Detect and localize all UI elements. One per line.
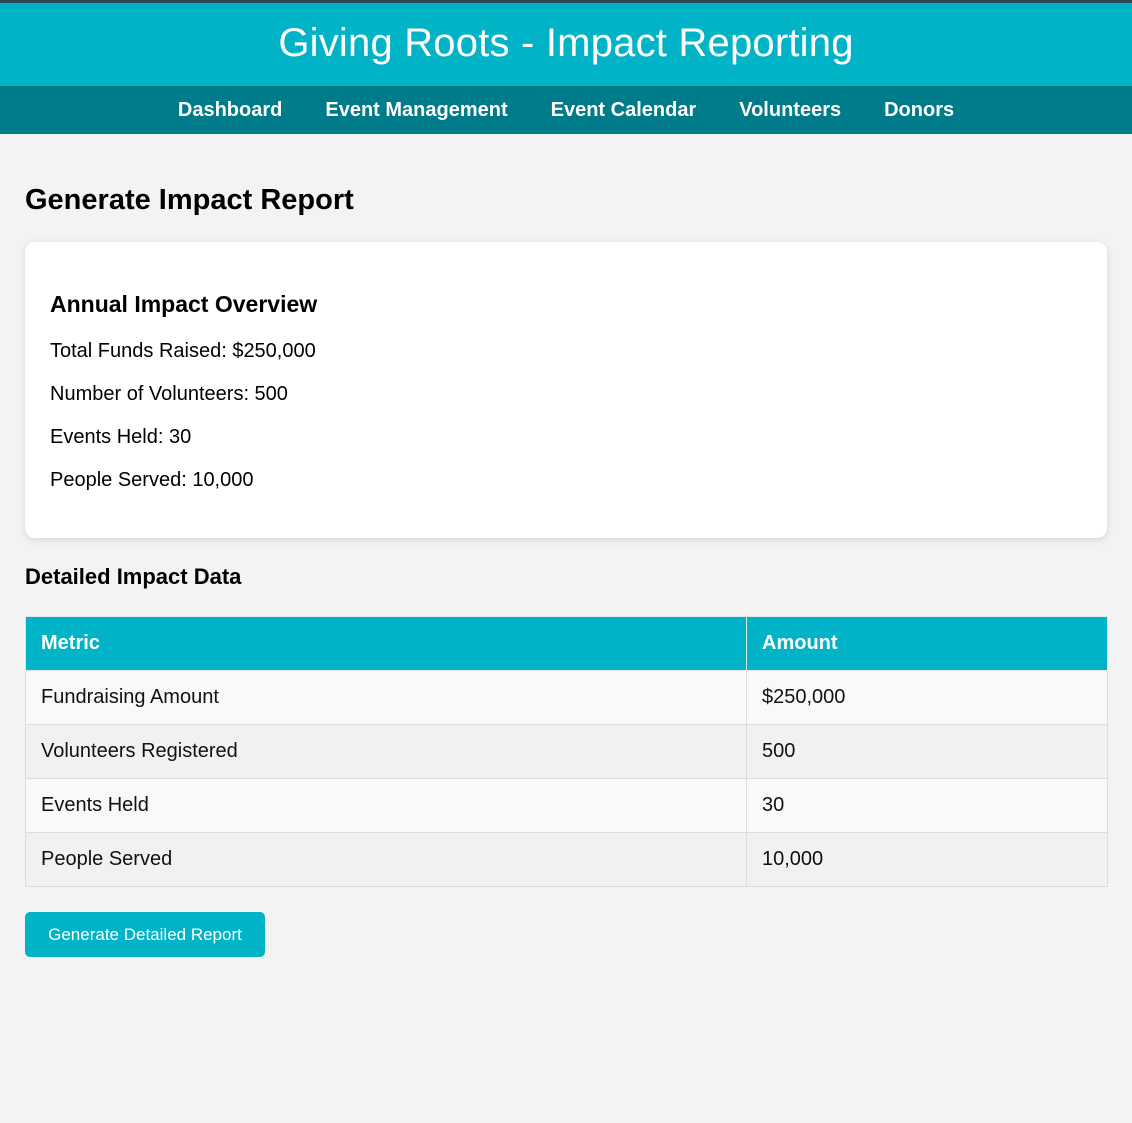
cell-amount: 500: [746, 724, 1108, 779]
overview-card: Annual Impact Overview Total Funds Raise…: [25, 242, 1107, 538]
cell-amount: 10,000: [746, 832, 1108, 887]
page-title: Generate Impact Report: [25, 184, 354, 216]
main-nav: Dashboard Event Management Event Calenda…: [0, 86, 1132, 134]
stat-volunteers: Number of Volunteers: 500: [50, 383, 288, 405]
column-header-metric: Metric: [25, 616, 747, 671]
nav-item-dashboard[interactable]: Dashboard: [178, 86, 282, 134]
table-row: Volunteers Registered 500: [25, 724, 1108, 779]
generate-report-button[interactable]: Generate Detailed Report: [25, 912, 265, 957]
detail-heading: Detailed Impact Data: [25, 564, 242, 589]
cell-metric: Events Held: [25, 778, 747, 833]
cell-metric: Volunteers Registered: [25, 724, 747, 779]
app-header: Giving Roots - Impact Reporting: [0, 3, 1132, 86]
cell-metric: Fundraising Amount: [25, 670, 747, 725]
nav-item-volunteers[interactable]: Volunteers: [739, 86, 841, 134]
app-title: Giving Roots - Impact Reporting: [278, 21, 854, 65]
stat-total-funds: Total Funds Raised: $250,000: [50, 340, 316, 362]
main-content: Generate Impact Report Annual Impact Ove…: [0, 134, 1132, 957]
cell-amount: 30: [746, 778, 1108, 833]
table-header-row: Metric Amount: [25, 616, 1108, 671]
cell-metric: People Served: [25, 832, 747, 887]
table-row: Fundraising Amount $250,000: [25, 670, 1108, 725]
stat-people-served: People Served: 10,000: [50, 469, 254, 491]
table-row: People Served 10,000: [25, 832, 1108, 887]
nav-item-donors[interactable]: Donors: [884, 86, 954, 134]
overview-heading: Annual Impact Overview: [50, 291, 318, 317]
column-header-amount: Amount: [746, 616, 1108, 671]
impact-data-table: Metric Amount Fundraising Amount $250,00…: [25, 616, 1108, 887]
nav-item-event-calendar[interactable]: Event Calendar: [551, 86, 697, 134]
stat-events-held: Events Held: 30: [50, 426, 192, 448]
table-row: Events Held 30: [25, 778, 1108, 833]
cell-amount: $250,000: [746, 670, 1108, 725]
nav-item-event-management[interactable]: Event Management: [325, 86, 507, 134]
